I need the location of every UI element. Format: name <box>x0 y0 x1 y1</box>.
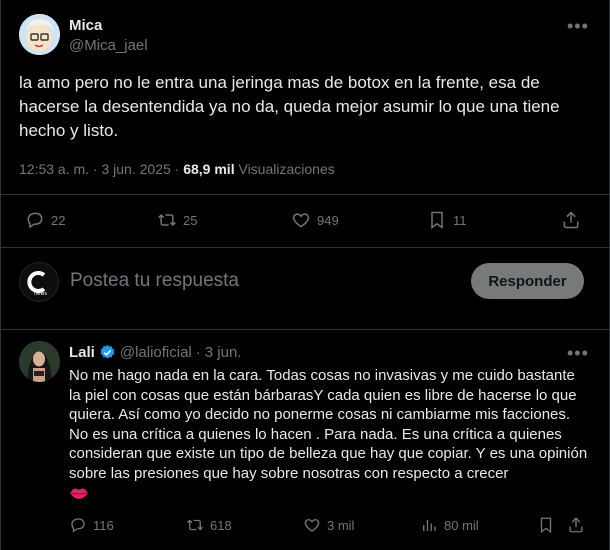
share-button[interactable] <box>561 210 581 230</box>
like-icon <box>304 519 320 532</box>
avatar: news <box>19 262 59 302</box>
reply-button[interactable]: 22 <box>25 210 65 230</box>
more-icon[interactable]: ••• <box>567 343 589 364</box>
like-button[interactable]: 949 <box>291 210 339 230</box>
avatar[interactable] <box>19 341 60 382</box>
reply-icon <box>27 212 43 229</box>
reply-count: 22 <box>51 212 66 228</box>
share-button[interactable] <box>567 516 585 534</box>
repost-icon <box>187 519 203 531</box>
separator: · <box>195 344 201 361</box>
timestamp[interactable]: 12:53 a. m. · 3 jun. 2025 · <box>19 161 183 177</box>
bookmark-button[interactable]: 11 <box>427 210 467 230</box>
reply-body: No me hago nada en la cara. Todas cosas … <box>69 367 588 482</box>
reply-count: 116 <box>93 517 114 533</box>
verified-icon <box>100 345 115 359</box>
reply-date[interactable]: 3 jun. <box>205 344 242 361</box>
bookmark-icon <box>540 517 552 534</box>
views-button[interactable]: 80 mil <box>420 516 479 534</box>
views-label: Visualizaciones <box>238 161 335 177</box>
tweet-thread: Mica @Mica_jael ••• la amo pero no le en… <box>0 0 610 550</box>
divider <box>1 329 610 330</box>
reply-text: No me hago nada en la cara. Todas cosas … <box>69 366 589 500</box>
reply-input[interactable]: Postea tu respuesta <box>70 270 239 292</box>
repost-button[interactable]: 618 <box>186 516 232 534</box>
bookmark-icon <box>431 211 443 229</box>
share-icon <box>563 211 579 229</box>
bookmark-count: 11 <box>453 212 467 228</box>
reply-submit-button[interactable]: Responder <box>471 263 584 299</box>
like-count: 3 mil <box>327 517 355 533</box>
avatar[interactable] <box>19 14 60 55</box>
divider <box>1 247 610 248</box>
like-icon <box>292 213 310 228</box>
repost-count: 618 <box>210 517 232 533</box>
divider <box>1 194 610 195</box>
post-meta: 12:53 a. m. · 3 jun. 2025 · 68,9 mil Vis… <box>19 161 335 177</box>
repost-icon <box>158 213 176 227</box>
more-icon[interactable]: ••• <box>567 16 589 37</box>
reply-actions: 116 618 3 mil 80 mil <box>69 516 589 538</box>
reply-icon <box>71 518 85 533</box>
views-icon <box>423 519 436 531</box>
reply-button[interactable]: 116 <box>69 516 114 534</box>
views-count: 80 mil <box>444 517 479 533</box>
reply-author-name[interactable]: Lali <box>69 344 95 361</box>
reply-header: Lali @lalioficial · 3 jun. <box>69 344 241 361</box>
share-icon <box>569 517 583 533</box>
reply-author-handle[interactable]: @lalioficial <box>120 344 192 361</box>
post-text: la amo pero no le entra una jeringa mas … <box>19 73 560 140</box>
author-name[interactable]: Mica <box>69 17 102 34</box>
repost-count: 25 <box>183 212 198 228</box>
views-count: 68,9 mil <box>183 161 235 177</box>
repost-button[interactable]: 25 <box>157 210 197 230</box>
lips-icon <box>70 488 88 499</box>
like-button[interactable]: 3 mil <box>303 516 354 534</box>
svg-text:news: news <box>34 291 47 297</box>
like-count: 949 <box>317 212 339 228</box>
post-actions: 22 25 949 11 <box>19 210 585 232</box>
bookmark-button[interactable] <box>537 516 555 534</box>
author-handle[interactable]: @Mica_jael <box>69 37 148 54</box>
